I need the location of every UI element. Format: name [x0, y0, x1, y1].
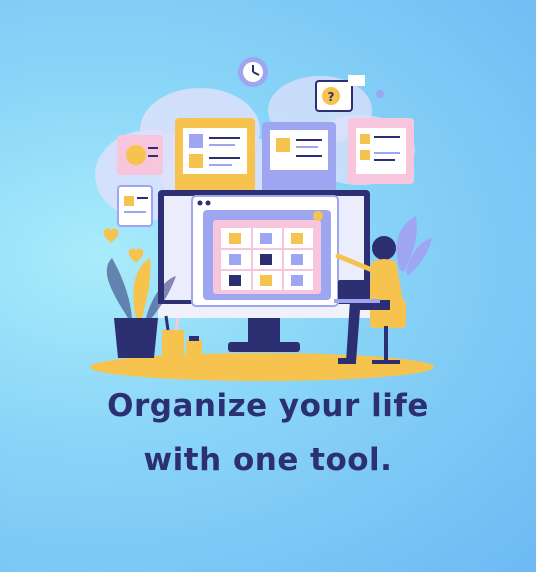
pink-board — [348, 118, 414, 184]
heart-icon — [103, 228, 119, 243]
organize-illustration: ? — [90, 57, 434, 381]
plant-icon — [396, 216, 432, 276]
headline-line-1: Organize your life — [107, 388, 429, 424]
left-small-card — [117, 185, 153, 227]
headline-line-2: with one tool. — [143, 442, 393, 478]
browser-window — [191, 195, 339, 307]
clock-icon — [238, 57, 268, 87]
svg-text:?: ? — [328, 90, 335, 104]
desk-items — [162, 315, 202, 358]
left-note-card — [117, 135, 163, 175]
lavender-board — [262, 122, 336, 192]
poster: ? Organize your life with one tool. — [0, 0, 536, 572]
heart-icon — [128, 248, 144, 263]
